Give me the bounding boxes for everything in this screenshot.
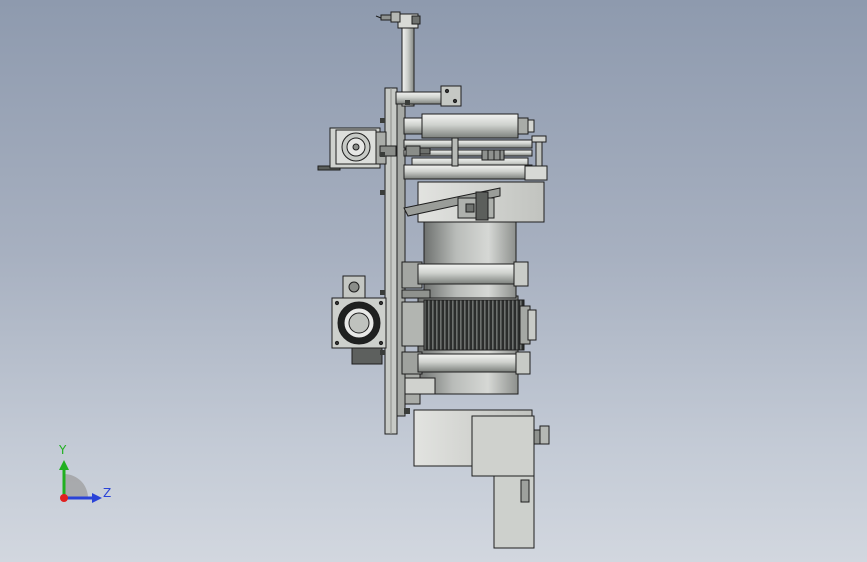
triad-quadrant	[64, 474, 88, 498]
finned-motor	[401, 299, 537, 351]
upper-roller-cluster	[403, 113, 548, 223]
triad-y-label: Y	[59, 443, 67, 457]
x-axis-dot	[60, 494, 68, 502]
y-axis-arrow	[59, 460, 69, 470]
z-axis-arrow	[92, 493, 102, 503]
side-plate	[384, 87, 406, 435]
triad-z-label: Z	[103, 486, 112, 500]
upper-gear-motor	[317, 127, 397, 171]
cad-viewport[interactable]: Y Z	[0, 0, 867, 562]
bottom-gearbox	[413, 409, 550, 549]
view-triad	[59, 460, 102, 503]
lower-roller	[401, 351, 531, 375]
upper-drum	[423, 221, 517, 299]
servo-motor	[331, 275, 387, 349]
assembly-drawing	[59, 11, 550, 549]
